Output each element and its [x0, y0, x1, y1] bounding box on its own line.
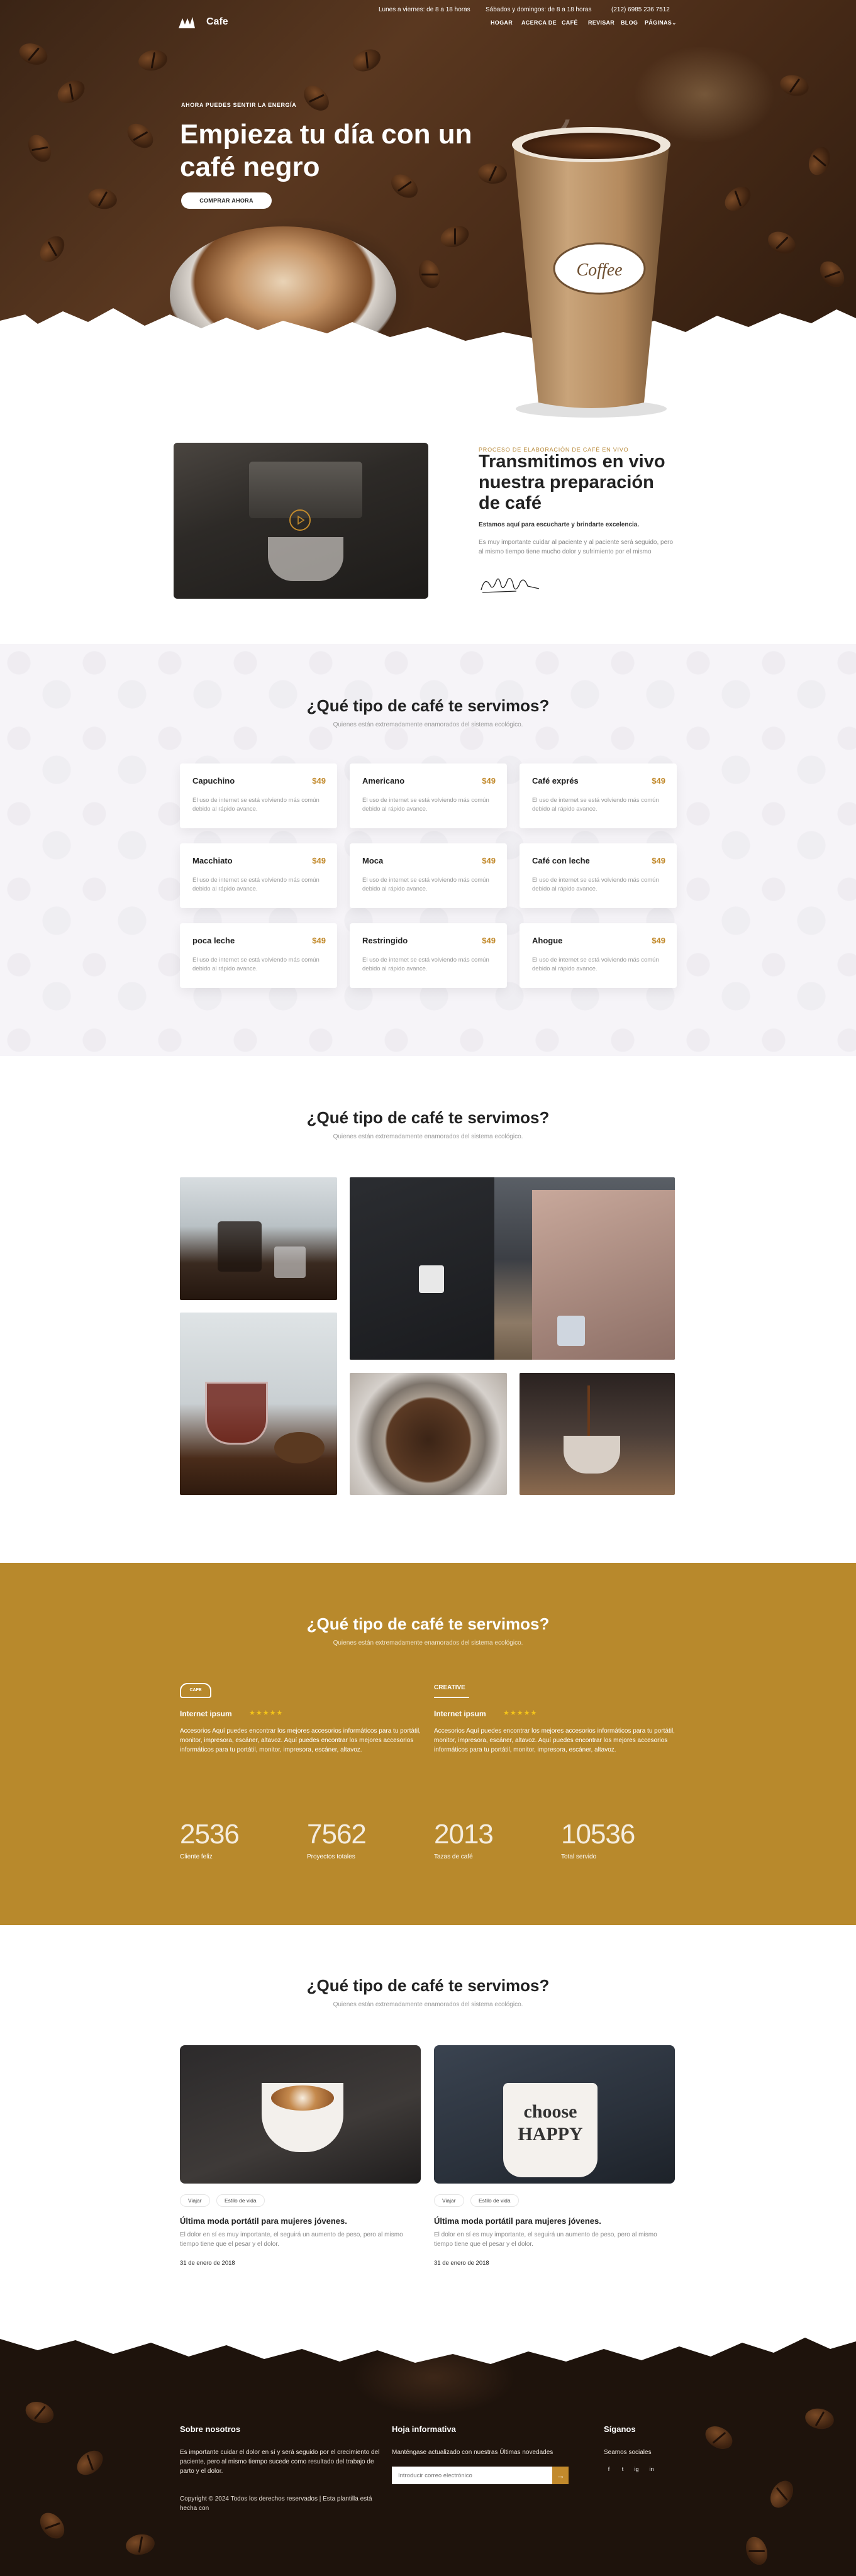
torn-paper-divider [0, 308, 856, 409]
blog-subtitle: Quienes están extremadamente enamorados … [333, 2001, 523, 2008]
star-rating-icon: ★★★★★ [503, 1709, 538, 1717]
nav-acerca[interactable]: ACERCA DE [521, 19, 557, 26]
menu-title: ¿Qué tipo de café te servimos? [306, 696, 550, 715]
post-tag[interactable]: Estilo de vida [470, 2194, 519, 2207]
stat-value: 10536 [561, 1819, 635, 1850]
post-tag[interactable]: Viajar [180, 2194, 210, 2207]
post-tag[interactable]: Estilo de vida [216, 2194, 265, 2207]
hero-title: Empieza tu día con un café negro [180, 119, 472, 182]
phone-number[interactable]: (212) 6985 236 7512 [611, 6, 670, 13]
cup-label: Coffee [576, 260, 622, 280]
menu-subtitle: Quienes están extremadamente enamorados … [333, 721, 523, 728]
menu-card[interactable]: Restringido $49 El uso de internet se está… [350, 923, 507, 988]
nav-hogar[interactable]: HOGAR [491, 19, 513, 26]
twitter-icon[interactable]: t [618, 2464, 628, 2474]
gallery-title: ¿Qué tipo de café te servimos? [306, 1108, 550, 1127]
facebook-icon[interactable]: f [604, 2464, 614, 2474]
testimonial-text: Accesorios Aquí puedes encontrar los mej… [434, 1728, 675, 1753]
menu-card[interactable]: Capuchino $49 El uso de internet se está v… [180, 763, 337, 828]
newsletter-text: Manténgase actualizado con nuestras Últi… [392, 2449, 553, 2456]
stat-label: Total servido [561, 1853, 597, 1860]
testimonial-name: Internet ipsum [180, 1709, 232, 1718]
hero-kicker: AHORA PUEDES SENTIR LA ENERGÍA [181, 102, 297, 108]
gallery-subtitle: Quienes están extremadamente enamorados … [333, 1133, 523, 1140]
nav-cafe[interactable]: CAFÉ [562, 19, 578, 26]
menu-card[interactable]: Macchiato $49 El uso de internet se está v… [180, 843, 337, 908]
follow-title: Síganos [604, 2424, 636, 2434]
star-rating-icon: ★★★★★ [249, 1709, 284, 1717]
menu-card[interactable]: Moca $49 El uso de internet se está volvie… [350, 843, 507, 908]
about-subtitle: Estamos aquí para escucharte y brindarte… [479, 521, 640, 528]
cup-text: choose HAPPY [503, 2083, 598, 2177]
about-text: Es muy importante cuidar al paciente y a… [479, 539, 674, 555]
footer-about-title: Sobre nosotros [180, 2424, 241, 2434]
gallery-photo-glass-cup[interactable] [180, 1313, 337, 1495]
nav-revisar[interactable]: REVISAR [588, 19, 614, 26]
stat-value: 2536 [180, 1819, 240, 1850]
post-excerpt: El dolor en sí es muy importante, el seg… [180, 2231, 403, 2248]
buy-now-button[interactable]: COMPRAR AHORA [181, 192, 272, 209]
about-title: Transmitimos en vivo nuestra preparación… [479, 452, 665, 513]
arrow-right-icon[interactable]: → [552, 2467, 569, 2484]
chevron-down-icon[interactable]: ⌄ [672, 19, 677, 26]
menu-card[interactable]: Americano $49 El uso de internet se está v… [350, 763, 507, 828]
menu-card[interactable]: Café con leche $49 El uso de internet se e… [520, 843, 677, 908]
footer-copyright: Copyright © 2024 Todos los derechos rese… [180, 2496, 372, 2512]
nav-paginas[interactable]: PÁGINAS [645, 19, 672, 26]
testimonials-title: ¿Qué tipo de café te servimos? [306, 1614, 550, 1633]
hours-weekend: Sábados y domingos: de 8 a 18 horas [486, 6, 592, 13]
follow-text: Seamos sociales [604, 2449, 652, 2456]
testimonial-name: Internet ipsum [434, 1709, 486, 1718]
blog-title: ¿Qué tipo de café te servimos? [306, 1976, 550, 1995]
post-tag[interactable]: Viajar [434, 2194, 464, 2207]
client-logo: CREATIVE [434, 1683, 469, 1698]
post-title[interactable]: Última moda portátil para mujeres jóvene… [180, 2216, 347, 2226]
stat-label: Proyectos totales [307, 1853, 355, 1860]
stat-label: Cliente feliz [180, 1853, 213, 1860]
testimonials-subtitle: Quienes están extremadamente enamorados … [333, 1640, 523, 1646]
stat-label: Tazas de café [434, 1853, 473, 1860]
gallery-photo-ground-coffee[interactable] [350, 1373, 507, 1495]
coffee-cup-illustration: Coffee [512, 119, 670, 418]
blog-post-image[interactable]: choose HAPPY [434, 2045, 675, 2184]
play-icon[interactable] [289, 509, 311, 531]
menu-card[interactable]: poca leche $49 El uso de internet se está … [180, 923, 337, 988]
menu-card[interactable]: Café exprés $49 El uso de internet se está… [520, 763, 677, 828]
torn-paper-divider [0, 2324, 856, 2364]
gallery-photo-pour[interactable] [180, 1177, 337, 1300]
newsletter-title: Hoja informativa [392, 2424, 456, 2434]
hours-weekdays: Lunes a viernes: de 8 a 18 horas [379, 6, 470, 13]
blog-post-image[interactable] [180, 2045, 421, 2184]
menu-card[interactable]: Ahogue $49 El uso de internet se está volv… [520, 923, 677, 988]
stat-value: 2013 [434, 1819, 494, 1850]
client-logo: CAFE [180, 1683, 211, 1698]
signature-icon [481, 578, 540, 593]
newsletter-email-input[interactable] [392, 2467, 552, 2484]
instagram-icon[interactable]: ig [631, 2464, 642, 2474]
post-date: 31 de enero de 2018 [180, 2260, 235, 2267]
stat-value: 7562 [307, 1819, 367, 1850]
testimonial-text: Accesorios Aquí puedes encontrar los mej… [180, 1728, 421, 1753]
post-title[interactable]: Última moda portátil para mujeres jóvene… [434, 2216, 601, 2226]
footer-about-text: Es importante cuidar el dolor en sí y se… [180, 2449, 380, 2475]
top-navigation: Cafe Lunes a viernes: de 8 a 18 horas Sá… [0, 0, 856, 35]
logo-icon[interactable] [177, 16, 196, 30]
gallery-photo-friends[interactable] [350, 1177, 675, 1360]
nav-blog[interactable]: BLOG [621, 19, 638, 26]
post-date: 31 de enero de 2018 [434, 2260, 489, 2267]
brand-name[interactable]: Cafe [206, 16, 228, 28]
post-excerpt: El dolor en sí es muy importante, el seg… [434, 2231, 657, 2248]
gallery-photo-espresso[interactable] [520, 1373, 675, 1495]
linkedin-icon[interactable]: in [647, 2464, 657, 2474]
